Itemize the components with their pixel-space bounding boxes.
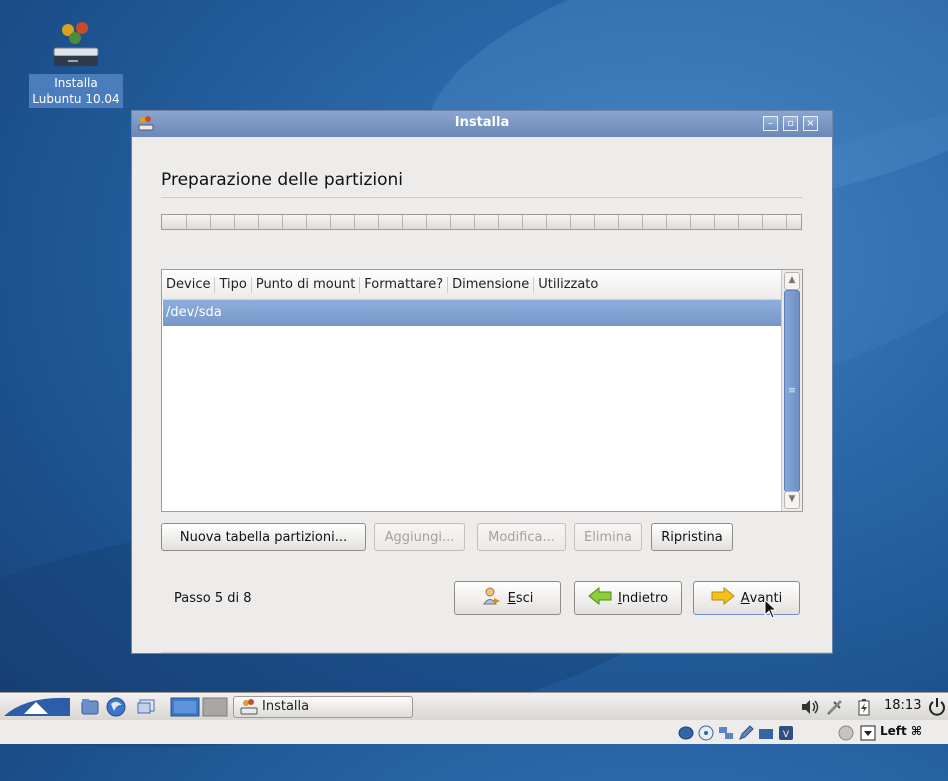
chevron-down-icon[interactable]: ▼: [784, 491, 800, 509]
volume-icon[interactable]: [800, 699, 820, 715]
mouse-cursor-icon: [764, 599, 778, 619]
partition-bar-tick: [450, 215, 451, 229]
step-indicator: Passo 5 di 8: [174, 591, 252, 606]
partition-bar-tick: [546, 215, 547, 229]
partition-bar-tick: [474, 215, 475, 229]
maximize-button[interactable]: ▫: [783, 116, 798, 131]
installer-window: Installa – ▫ × Preparazione delle partiz…: [131, 110, 833, 654]
mouse-integration-icon[interactable]: [838, 725, 854, 741]
user-exit-icon: [482, 586, 502, 610]
chevron-up-icon[interactable]: ▲: [784, 272, 800, 290]
partition-bar-tick: [282, 215, 283, 229]
host-key-icon[interactable]: [860, 725, 876, 741]
page-title: Preparazione delle partizioni: [161, 170, 404, 190]
partition-bar-tick: [498, 215, 499, 229]
partition-bar-tick: [714, 215, 715, 229]
close-button[interactable]: ×: [803, 116, 818, 131]
next-button[interactable]: Avanti: [693, 581, 800, 615]
desktop-icon-label: Installa Lubuntu 10.04: [29, 74, 123, 108]
installer-app-icon: [240, 699, 258, 715]
desktop-icon-installer[interactable]: Installa Lubuntu 10.04: [20, 18, 132, 108]
partition-bar-tick: [234, 215, 235, 229]
new-partition-table-button[interactable]: Nuova tabella partizioni...: [161, 523, 366, 551]
clock[interactable]: 18:13: [884, 698, 921, 713]
partition-bar-tick: [570, 215, 571, 229]
partition-bar-tick: [306, 215, 307, 229]
table-header: Device Tipo Punto di mount Formattare? D…: [162, 270, 782, 300]
partition-bar-tick: [690, 215, 691, 229]
window-title: Installa: [454, 115, 510, 130]
battery-icon[interactable]: [857, 698, 871, 716]
partition-table[interactable]: Device Tipo Punto di mount Formattare? D…: [161, 269, 803, 512]
partition-bar-tick: [786, 215, 787, 229]
modify-button[interactable]: Modifica...: [477, 523, 566, 551]
partition-bar-tick: [618, 215, 619, 229]
power-icon[interactable]: [928, 697, 946, 717]
title-divider: [161, 197, 802, 198]
start-menu-icon[interactable]: [4, 696, 70, 718]
back-button[interactable]: Indietro: [574, 581, 682, 615]
partition-bar-tick: [594, 215, 595, 229]
disk-icon[interactable]: [678, 725, 694, 741]
folder-icon[interactable]: [758, 725, 774, 741]
taskbar-window-button[interactable]: Installa: [233, 696, 413, 718]
optical-drive-icon[interactable]: [698, 725, 714, 741]
window-bottom-divider: [161, 652, 832, 653]
installer-icon: [48, 18, 104, 70]
partition-bar-tick: [186, 215, 187, 229]
taskbar: Installa 18:13: [0, 692, 948, 720]
restore-button[interactable]: Ripristina: [651, 523, 733, 551]
column-header[interactable]: Device: [162, 276, 216, 293]
arrow-left-icon: [588, 586, 612, 609]
keyboard-layout-indicator[interactable]: Left ⌘: [880, 724, 922, 738]
partition-bar-tick: [378, 215, 379, 229]
partition-bar: [161, 214, 802, 230]
partition-bar-tick: [258, 215, 259, 229]
taskbar-window-label: Installa: [262, 699, 310, 714]
workspace-2-icon[interactable]: [202, 697, 228, 717]
partition-bar-tick: [666, 215, 667, 229]
scrollbar-thumb[interactable]: ≡: [784, 290, 800, 492]
network-icon[interactable]: [718, 725, 734, 741]
partition-bar-tick: [354, 215, 355, 229]
column-header[interactable]: Formattare?: [360, 276, 449, 293]
partition-bar-tick: [210, 215, 211, 229]
column-header[interactable]: Tipo: [215, 276, 252, 293]
table-scrollbar[interactable]: ▲ ≡ ▼: [781, 270, 802, 511]
quit-button[interactable]: Esci: [454, 581, 561, 615]
partition-bar-tick: [642, 215, 643, 229]
window-titlebar[interactable]: Installa – ▫ ×: [132, 111, 832, 137]
minimize-button[interactable]: –: [763, 116, 778, 131]
web-browser-icon[interactable]: [105, 696, 127, 718]
partition-bar-tick: [738, 215, 739, 229]
file-manager-icon[interactable]: [80, 697, 100, 717]
table-row[interactable]: /dev/sda: [163, 300, 781, 326]
delete-button[interactable]: Elimina: [574, 523, 642, 551]
column-header[interactable]: Utilizzato: [534, 277, 602, 293]
column-header[interactable]: Dimensione: [448, 276, 535, 293]
virtualbox-icon[interactable]: V: [778, 725, 794, 741]
system-tray: V Left ⌘: [0, 720, 948, 744]
pen-icon[interactable]: [738, 725, 754, 741]
partition-bar-tick: [762, 215, 763, 229]
partition-bar-tick: [426, 215, 427, 229]
svg-text:V: V: [783, 730, 790, 740]
arrow-right-icon: [711, 586, 735, 609]
partition-bar-tick: [522, 215, 523, 229]
partition-bar-tick: [402, 215, 403, 229]
column-header[interactable]: Punto di mount: [252, 276, 361, 293]
network-disconnected-icon[interactable]: [826, 698, 844, 716]
workspace-1-icon[interactable]: [170, 697, 200, 717]
partition-bar-tick: [330, 215, 331, 229]
show-desktop-icon[interactable]: [137, 698, 157, 716]
add-button[interactable]: Aggiungi...: [374, 523, 465, 551]
